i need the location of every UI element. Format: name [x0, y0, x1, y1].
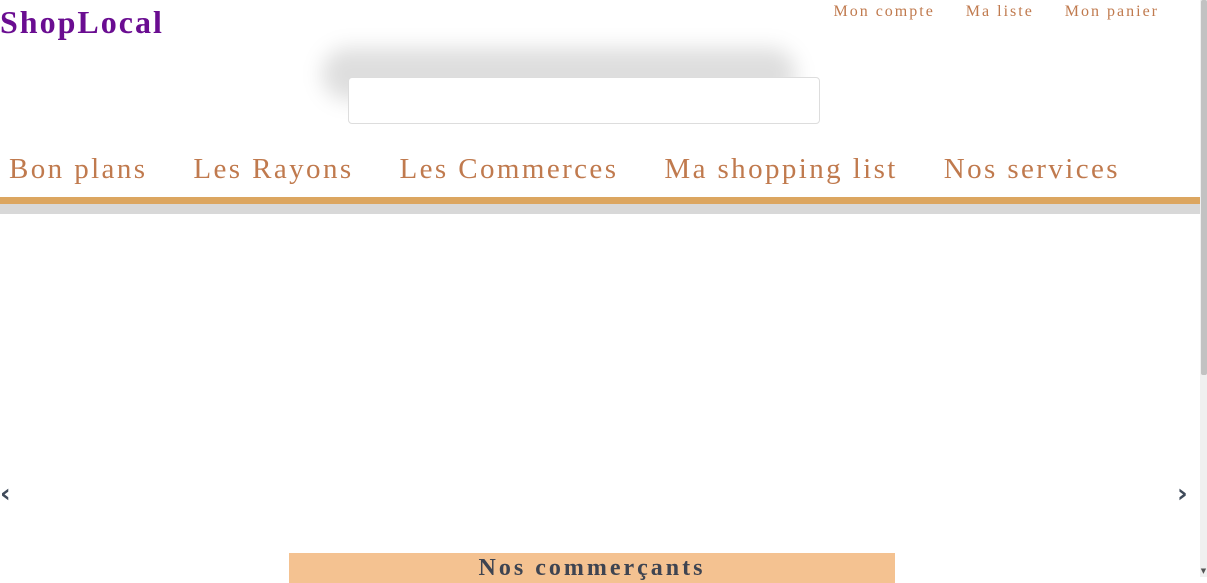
nav-divider — [0, 204, 1200, 214]
account-links: Mon compte Ma liste Mon panier — [833, 3, 1159, 21]
chevron-left-icon[interactable]: ‹ — [0, 479, 11, 509]
nav-item-shopping-list[interactable]: Ma shopping list — [664, 153, 897, 186]
main-navigation: Bon plans Les Rayons Les Commerces Ma sh… — [9, 153, 1120, 186]
carousel: ‹ › — [0, 214, 1200, 544]
scrollbar-thumb[interactable] — [1201, 0, 1207, 375]
nav-item-rayons[interactable]: Les Rayons — [193, 153, 353, 186]
nav-item-commerces[interactable]: Les Commerces — [400, 153, 619, 186]
merchants-section-title: Nos commerçants — [289, 553, 895, 583]
scroll-down-arrow-icon[interactable]: ▼ — [1200, 565, 1207, 577]
nav-item-bon-plans[interactable]: Bon plans — [9, 153, 147, 186]
search-input[interactable] — [348, 77, 820, 124]
nav-item-services[interactable]: Nos services — [944, 153, 1120, 186]
site-logo[interactable]: ShopLocal — [0, 4, 164, 41]
vertical-scrollbar[interactable]: ▼ — [1200, 0, 1207, 577]
my-cart-link[interactable]: Mon panier — [1065, 3, 1159, 21]
my-account-link[interactable]: Mon compte — [833, 3, 934, 21]
my-list-link[interactable]: Ma liste — [966, 3, 1034, 21]
nav-underline — [0, 197, 1200, 204]
chevron-right-icon[interactable]: › — [1177, 479, 1188, 509]
